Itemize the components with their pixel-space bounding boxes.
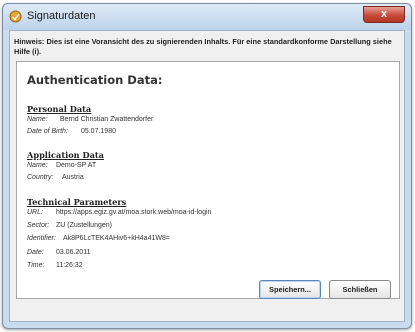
date-row: Date: 03.06.2011 xyxy=(27,249,90,256)
close-window-button[interactable]: x xyxy=(363,6,405,23)
title-bar[interactable]: Signaturdaten x xyxy=(3,4,411,30)
signature-data-window: Signaturdaten x Hinweis: Dies ist eine V… xyxy=(2,3,412,329)
close-button[interactable]: Schließen xyxy=(329,280,391,299)
application-name-row: Name: Demo-SP AT xyxy=(27,162,96,169)
application-name-value: Demo-SP AT xyxy=(55,162,97,169)
technical-parameters-title: Technical Parameters xyxy=(27,197,127,207)
identifier-label: Identifier: xyxy=(27,235,56,242)
personal-name-row: Name: Bernd Christian Zwattendorfer xyxy=(27,116,153,123)
close-icon: x xyxy=(380,8,388,20)
sector-row: Sector: ZU (Zustellungen) xyxy=(27,222,112,229)
personal-name-value: Bernd Christian Zwattendorfer xyxy=(59,116,154,123)
country-row: Country: Austria xyxy=(27,174,84,181)
sector-value: ZU (Zustellungen) xyxy=(55,222,112,229)
identifier-value: Ak8P6LcTEK4AHiv6+kH4a41W8= xyxy=(62,235,170,242)
application-name-label: Name: xyxy=(27,162,48,169)
time-value: 11:26:32 xyxy=(55,262,83,269)
url-row: URL: https://apps.egiz.gv.at/moa.stork.w… xyxy=(27,209,211,216)
country-label: Country: xyxy=(27,174,54,181)
country-value: Austria xyxy=(61,174,84,181)
authentication-title: Authentication Data: xyxy=(27,73,163,87)
url-label: URL: xyxy=(27,209,43,216)
url-value: https://apps.egiz.gv.at/moa.stork.web/mo… xyxy=(55,209,212,216)
time-label: Time: xyxy=(27,262,45,269)
date-of-birth-label: Date of Birth: xyxy=(27,128,68,135)
time-row: Time: 11:26:32 xyxy=(27,262,83,269)
sector-label: Sector: xyxy=(27,222,50,229)
app-icon xyxy=(9,10,22,23)
personal-data-title: Personal Data xyxy=(27,104,92,114)
hint-text: Hinweis: Dies ist eine Voransicht des zu… xyxy=(14,37,392,56)
date-of-birth-value: 05.07.1980 xyxy=(80,128,116,135)
personal-name-label: Name: xyxy=(27,116,48,123)
date-label: Date: xyxy=(27,249,44,256)
save-button[interactable]: Speichern... xyxy=(259,280,321,299)
application-data-title: Application Data xyxy=(27,150,104,160)
window-title: Signaturdaten xyxy=(27,10,96,22)
date-value: 03.06.2011 xyxy=(55,249,91,256)
date-of-birth-row: Date of Birth: 05.07.1980 xyxy=(27,128,116,135)
identifier-row: Identifier: Ak8P6LcTEK4AHiv6+kH4a41W8= xyxy=(27,235,170,242)
dialog-body: Hinweis: Dies ist eine Voransicht des zu… xyxy=(9,30,405,322)
preview-content[interactable]: Authentication Data: Personal Data Name:… xyxy=(16,61,400,299)
